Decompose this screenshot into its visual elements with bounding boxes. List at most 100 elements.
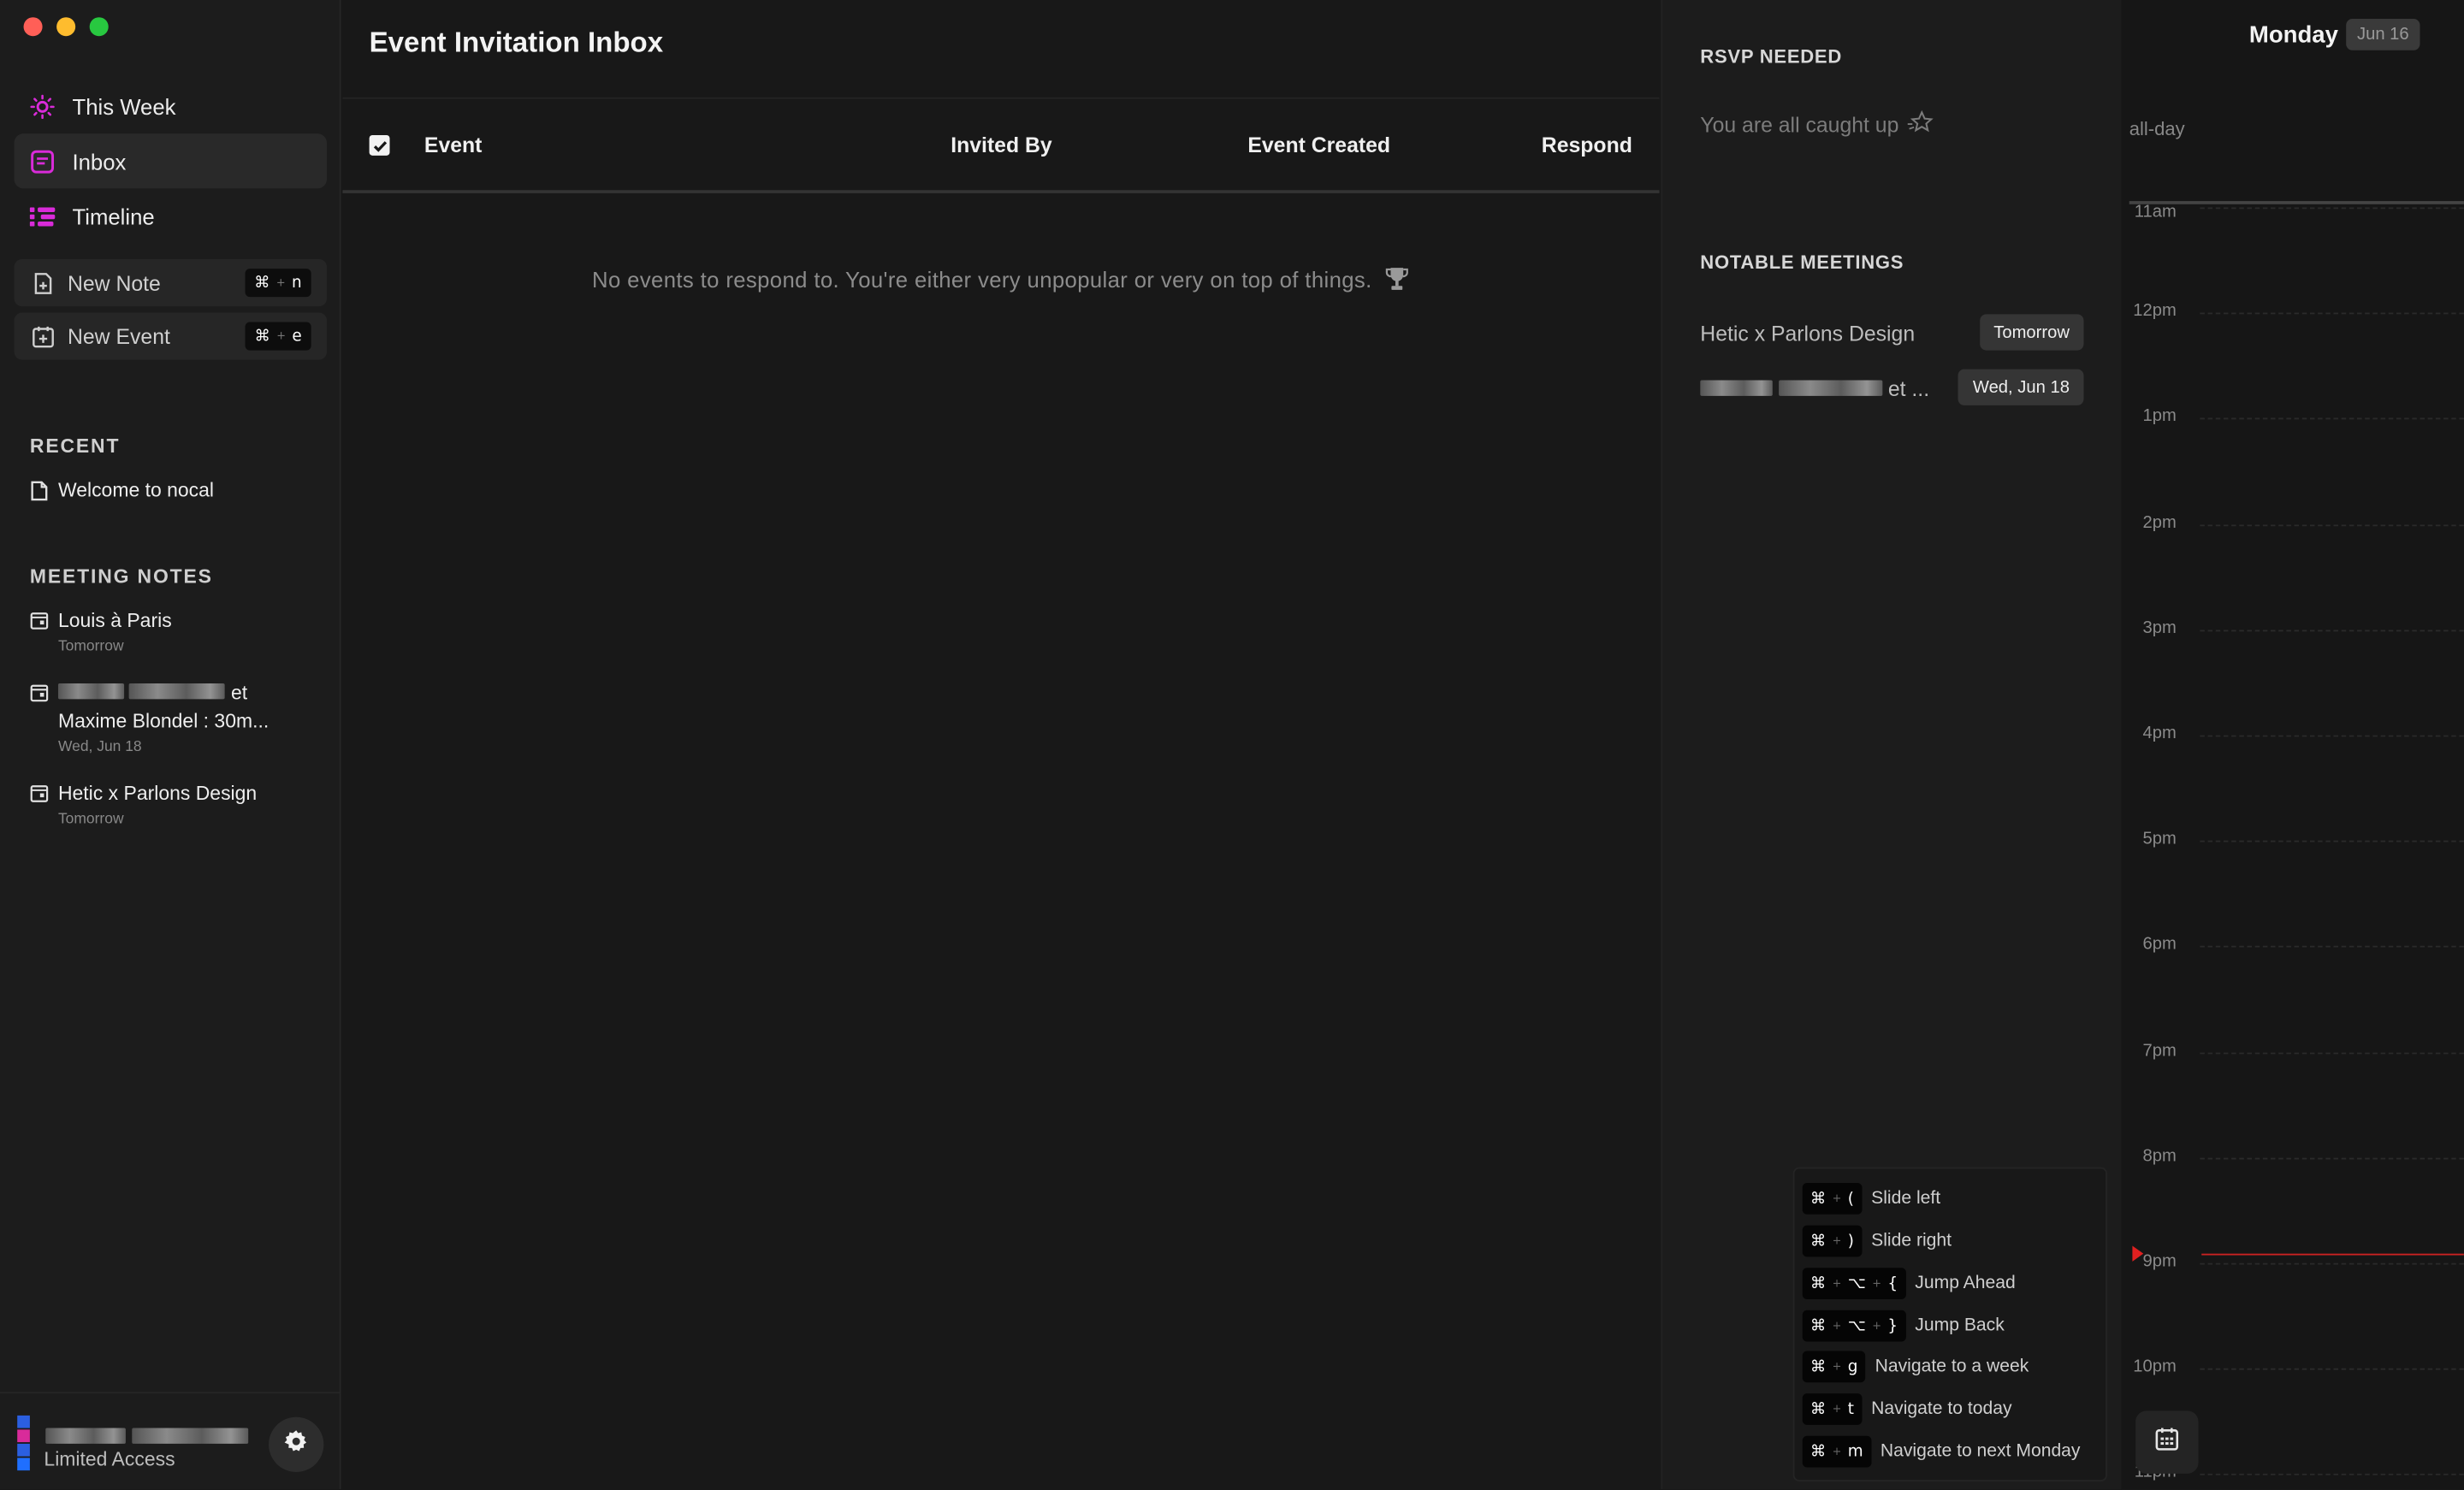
- keyboard-shortcuts-panel: ⌘ +( Slide left ⌘ +) Slide right ⌘ + ⌥ +{ Jum…: [1792, 1167, 2108, 1482]
- document-icon: [30, 481, 49, 501]
- table-header: Event Invited By Event Created Respond: [342, 97, 1660, 193]
- meeting-note-title: Hetic x Parlons Design: [57, 782, 258, 805]
- rsvp-empty-state: You are all caught up: [1700, 109, 1934, 140]
- new-note-icon: [30, 270, 55, 295]
- open-calendar-button[interactable]: [2135, 1410, 2199, 1474]
- sidebar-item-inbox[interactable]: Inbox: [14, 133, 328, 189]
- sidebar-item-this-week[interactable]: This Week: [15, 79, 328, 133]
- meeting-note-item[interactable]: Hetic x Parlons Design Tomorrow: [30, 783, 257, 828]
- hour-gridline: [2200, 1157, 2464, 1160]
- app-window: This Week Inbox Timeline New Note ⌘+n: [0, 0, 2464, 1490]
- account-status[interactable]: Limited Access: [44, 1448, 175, 1470]
- account-footer: Limited Access: [0, 1392, 341, 1489]
- shortcut-label: Navigate to next Monday: [1880, 1442, 2081, 1462]
- recent-item[interactable]: Welcome to nocal: [30, 479, 214, 501]
- hour-label: 5pm: [2142, 830, 2177, 849]
- hour-row: 12pm: [2122, 302, 2464, 321]
- sidebar: This Week Inbox Timeline New Note ⌘+n: [0, 0, 341, 1490]
- shortcut-label: Navigate to today: [1871, 1399, 2012, 1419]
- hour-row: 4pm: [2122, 724, 2464, 743]
- meeting-note-date: Tomorrow: [57, 810, 124, 828]
- calendar-note-icon: [30, 611, 49, 630]
- timeline-icon: [28, 202, 56, 230]
- shortcut-label: Slide left: [1871, 1189, 1941, 1209]
- shortcut-navigate-today: ⌘ + t Navigate to today: [1802, 1393, 2012, 1425]
- redacted-name: [57, 683, 125, 700]
- hour-gridline: [2200, 1051, 2464, 1054]
- calendar-day-name: Monday: [2248, 21, 2338, 49]
- meeting-note-title: et: [230, 682, 248, 704]
- new-note-button[interactable]: New Note ⌘ + n: [14, 259, 328, 307]
- meeting-note-item[interactable]: Louis à Paris Tomorrow: [30, 610, 172, 655]
- hour-row: 3pm: [2122, 618, 2464, 637]
- check-icon: [372, 140, 387, 151]
- shortcut-keys: ⌘ +): [1802, 1225, 1863, 1257]
- window-controls: [23, 17, 109, 37]
- select-all-checkbox[interactable]: [369, 134, 390, 156]
- shortcut-navigate-next-monday: ⌘ + m Navigate to next Monday: [1802, 1435, 2081, 1468]
- new-event-button[interactable]: New Event ⌘ + e: [14, 312, 328, 360]
- hour-gridline: [2200, 523, 2464, 526]
- account-name: [45, 1423, 250, 1452]
- shortcut-label: Jump Ahead: [1915, 1274, 2016, 1293]
- column-header-respond[interactable]: Respond: [1542, 133, 1632, 157]
- column-header-event[interactable]: Event: [424, 133, 483, 157]
- redacted-name: [129, 683, 226, 700]
- meeting-note-title: Louis à Paris: [57, 609, 172, 632]
- shortcut-keys: ⌘ + ⌥ +{: [1802, 1268, 1906, 1299]
- calendar-header: Monday Jun 16: [2249, 19, 2420, 50]
- hour-gridline: [2200, 1262, 2464, 1265]
- minimize-window-button[interactable]: [56, 17, 76, 37]
- hour-row: 11pm: [2122, 1463, 2464, 1482]
- hour-label: 12pm: [2133, 301, 2177, 322]
- sidebar-item-timeline[interactable]: Timeline: [15, 188, 328, 243]
- calendar-date-badge[interactable]: Jun 16: [2346, 19, 2420, 50]
- close-window-button[interactable]: [23, 17, 43, 37]
- page-title: Event Invitation Inbox: [369, 27, 664, 58]
- hour-row: 9pm: [2122, 1252, 2464, 1271]
- shortcut-keys: ⌘ + ⌥ +}: [1802, 1310, 1906, 1342]
- shortcut-keys: ⌘ +(: [1802, 1183, 1863, 1215]
- column-header-invited-by[interactable]: Invited By: [951, 133, 1051, 157]
- current-time-indicator: [2132, 1245, 2464, 1262]
- meeting-note-item[interactable]: et Maxime Blondel : 30m... Wed, Jun 18: [30, 682, 269, 755]
- shortcut-label: Jump Back: [1915, 1316, 2005, 1336]
- hour-label: 7pm: [2142, 1040, 2177, 1061]
- hour-gridline: [2200, 735, 2464, 737]
- shortcut-navigate-week: ⌘ + g Navigate to a week: [1802, 1351, 2029, 1383]
- shortcut-jump-ahead: ⌘ + ⌥ +{ Jump Ahead: [1802, 1268, 2016, 1299]
- shortcut-label: Slide right: [1871, 1231, 1952, 1251]
- shortcut-jump-back: ⌘ + ⌥ +} Jump Back: [1802, 1310, 2005, 1342]
- hour-row: 5pm: [2122, 830, 2464, 848]
- new-event-label: New Event: [67, 324, 170, 348]
- new-note-shortcut: ⌘ + n: [245, 269, 311, 298]
- recent-section-title: RECENT: [29, 435, 121, 458]
- current-time-marker: [2132, 1245, 2144, 1262]
- shortcut-keys: ⌘ + m: [1802, 1435, 1871, 1468]
- calendar-color-swatch: [17, 1457, 30, 1471]
- calendar-note-icon: [30, 784, 49, 803]
- notable-meeting-date-badge: Wed, Jun 18: [1958, 369, 2084, 405]
- notable-meeting-date-badge: Tomorrow: [1979, 314, 2084, 351]
- hour-gridline: [2200, 312, 2464, 315]
- calendar-color-swatch: [17, 1429, 30, 1443]
- hour-label: 8pm: [2142, 1146, 2177, 1166]
- settings-button[interactable]: [269, 1416, 324, 1472]
- hour-label: 3pm: [2142, 618, 2177, 638]
- notable-meeting-item[interactable]: et ... Wed, Jun 18: [1700, 369, 2084, 407]
- hour-row: 6pm: [2122, 936, 2464, 955]
- hour-gridline: [2200, 630, 2464, 631]
- calendar-color-swatch: [17, 1415, 30, 1428]
- meeting-note-date: Wed, Jun 18: [57, 738, 142, 756]
- redacted-name: [1778, 380, 1882, 396]
- hour-row: 11am: [2122, 203, 2464, 222]
- zoom-window-button[interactable]: [89, 17, 109, 37]
- hour-gridline: [2200, 946, 2464, 949]
- notable-meeting-item[interactable]: Hetic x Parlons Design Tomorrow: [1700, 314, 2084, 352]
- recent-item-label: Welcome to nocal: [57, 479, 215, 501]
- meeting-notes-section-title: MEETING NOTES: [29, 565, 213, 588]
- column-header-event-created[interactable]: Event Created: [1247, 133, 1390, 157]
- notable-meetings-title: NOTABLE MEETINGS: [1700, 251, 1904, 274]
- sidebar-item-label: Timeline: [72, 203, 155, 229]
- meeting-note-date: Tomorrow: [57, 637, 124, 655]
